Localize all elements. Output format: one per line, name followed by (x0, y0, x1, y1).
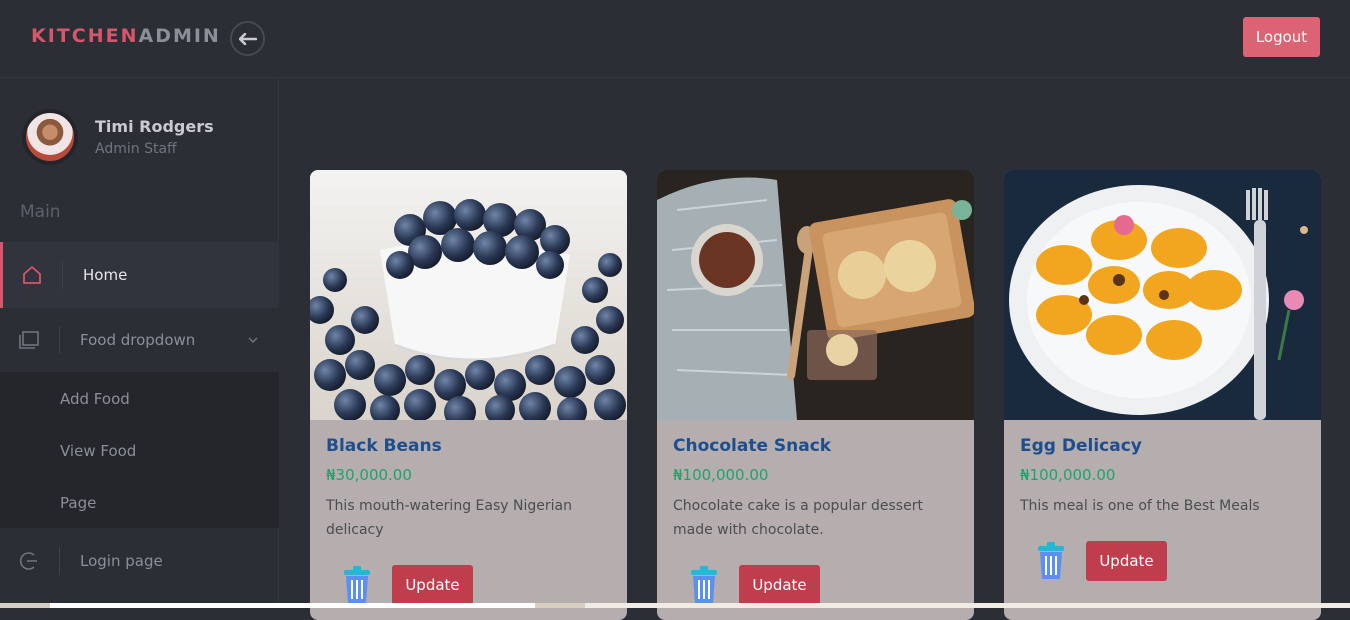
user-name: Timi Rodgers (95, 117, 214, 136)
nav-divider (62, 261, 63, 289)
section-label-main: Main (20, 202, 61, 222)
food-image-egg-delicacy (1004, 170, 1321, 420)
sidebar-item-label: Food dropdown (80, 331, 196, 349)
brand-logo[interactable]: KITCHENADMIN (31, 25, 221, 47)
book-icon (18, 329, 40, 351)
food-image-chocolate-snack (657, 170, 974, 420)
sidebar-item-food-dropdown[interactable]: Food dropdown (0, 308, 279, 372)
food-card: Egg Delicacy ₦100,000.00 This meal is on… (1004, 170, 1321, 620)
food-title: Black Beans (326, 436, 442, 456)
food-price: ₦30,000.00 (326, 466, 412, 484)
home-icon (21, 264, 43, 286)
sidebar-toggle-button[interactable] (230, 21, 265, 56)
food-title: Egg Delicacy (1020, 436, 1142, 456)
food-description: Chocolate cake is a popular dessert made… (673, 498, 923, 538)
logout-button[interactable]: Logout (1243, 17, 1320, 57)
food-price: ₦100,000.00 (1020, 466, 1116, 484)
sidebar-item-label: Login page (80, 552, 163, 570)
food-card: Chocolate Snack ₦100,000.00 Chocolate ca… (657, 170, 974, 620)
trash-icon[interactable] (1036, 542, 1066, 580)
nav-divider (59, 547, 60, 575)
update-button[interactable]: Update (1086, 541, 1167, 581)
submenu-item-add-food[interactable]: Add Food (60, 390, 130, 408)
user-role: Admin Staff (95, 141, 177, 157)
food-image-blueberries (310, 170, 627, 420)
food-card: Black Beans ₦30,000.00 This mouth-wateri… (310, 170, 627, 620)
trash-icon[interactable] (342, 566, 372, 604)
update-button[interactable]: Update (739, 565, 820, 605)
brand-part-kitchen: KITCHEN (31, 25, 139, 47)
sidebar-item-login-page[interactable]: Login page (0, 528, 279, 594)
trash-icon[interactable] (689, 566, 719, 604)
update-button[interactable]: Update (392, 565, 473, 605)
chevron-down-icon (248, 337, 258, 344)
brand-part-admin: ADMIN (138, 25, 221, 47)
submenu-item-page[interactable]: Page (60, 494, 96, 512)
user-profile: Timi Rodgers Admin Staff (22, 109, 272, 167)
food-title: Chocolate Snack (673, 436, 832, 456)
food-submenu: Add Food View Food Page (0, 372, 279, 528)
top-bar: KITCHENADMIN Logout (0, 0, 1350, 78)
food-description: This mouth-watering Easy Nigerian delica… (326, 498, 572, 538)
sidebar: Timi Rodgers Admin Staff Main Home Food … (0, 79, 279, 608)
bottom-strip (0, 603, 1350, 608)
avatar (22, 109, 78, 165)
food-price: ₦100,000.00 (673, 466, 769, 484)
login-icon (18, 550, 40, 572)
submenu-item-view-food[interactable]: View Food (60, 442, 136, 460)
sidebar-item-home[interactable]: Home (0, 242, 279, 308)
nav-divider (59, 326, 60, 354)
sidebar-item-label: Home (83, 266, 128, 284)
food-description: This meal is one of the Best Meals (1020, 498, 1260, 514)
arrow-left-icon (238, 32, 257, 45)
